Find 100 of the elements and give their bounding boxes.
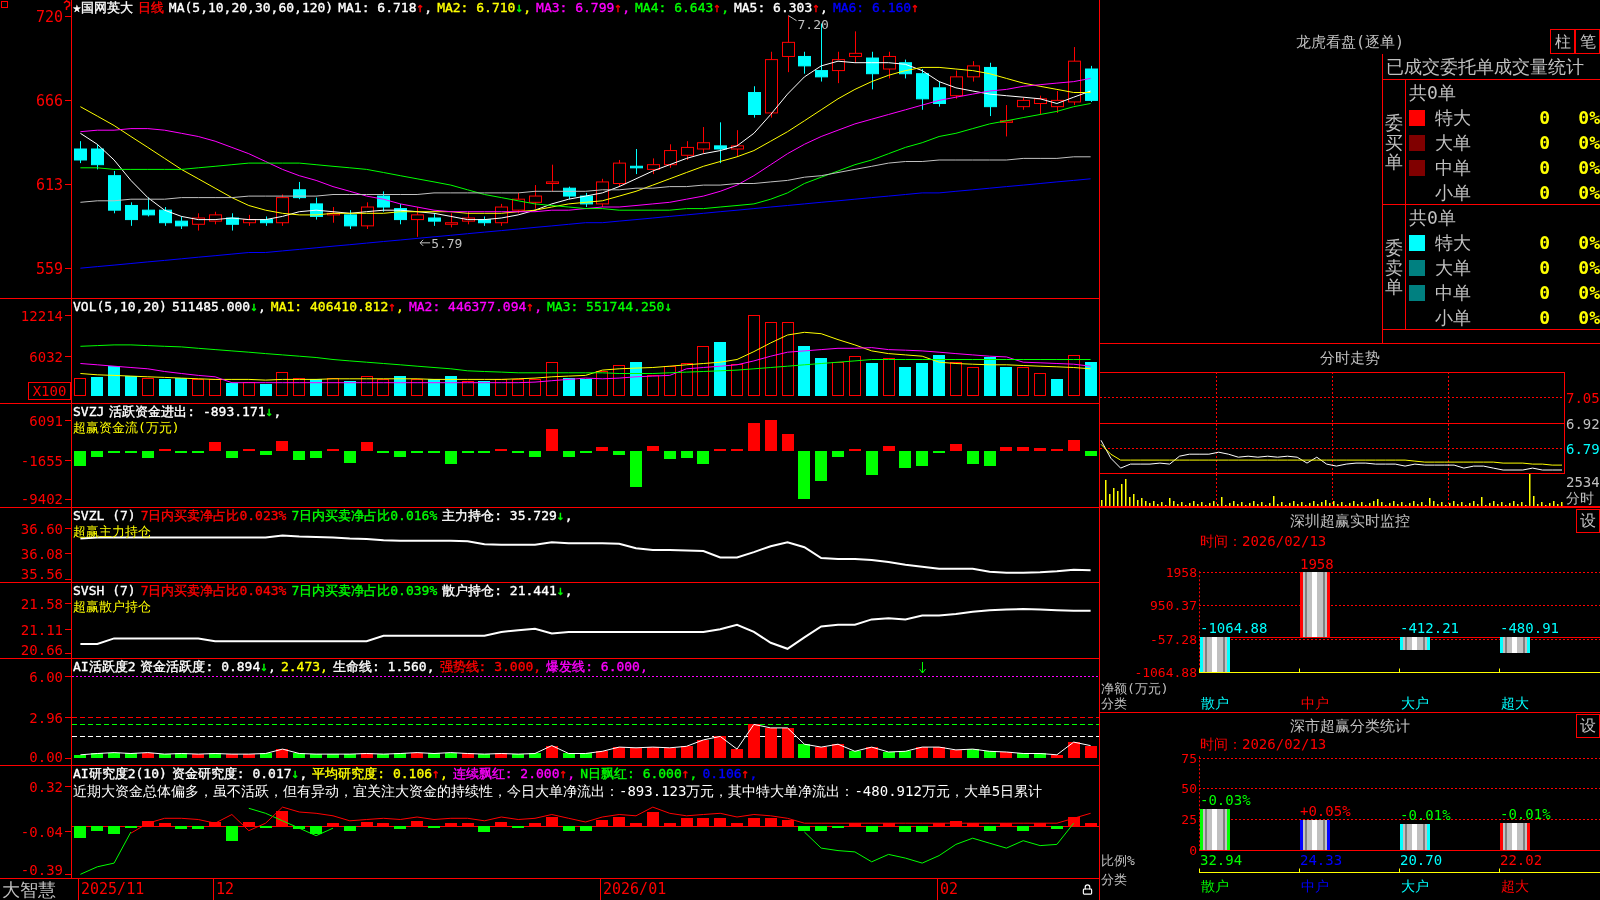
indicator-label: MA3: 551744.250↓ [547,299,673,314]
axis-label: 6.92 [1566,415,1600,432]
candlestick [175,215,188,230]
settings-button[interactable]: 设 [1576,509,1600,533]
brand-label: 大智慧 [1,879,56,900]
axis-label: 559 [35,259,63,278]
order-total: 共0单 [1409,207,1456,228]
date-label: 12 [216,881,235,898]
axis-label: 50 [1181,781,1197,796]
indicator-label: MA2: 6.710↓, [437,0,532,15]
indicator-label: 7日内买卖净占比0.023% [140,508,287,523]
time-label: 时间：2026/02/13 [1200,735,1327,752]
candlestick [394,203,407,225]
annotation: 5.79 [431,235,463,251]
candlestick [832,51,845,84]
candlestick [74,140,87,164]
indicator-label: MA2: 446377.094↑, [408,299,542,314]
indicator-label: AI活跃度2 [73,659,136,674]
axis-label: 0.00 [29,749,63,765]
candlestick [681,140,694,161]
axis-label: 20.66 [20,642,63,658]
order-count: 0 [1539,232,1550,253]
axis-label: 6.79 [1566,440,1600,457]
category-label: 大户 [1401,695,1429,711]
indicator-label: SVZL (7) [73,508,136,523]
indicator-label: 7日内买卖净占比0.043% [140,583,287,598]
candlestick [714,121,727,164]
axis-label: 666 [35,91,63,110]
indicator-label: 主力持仓: 35.729↓, [442,508,573,523]
indicator-label: 活跃资金进出: -893.171↓, [109,404,282,419]
axis-title: 分类 [1101,871,1127,887]
candlestick [984,62,997,117]
order-total: 共0单 [1409,82,1456,103]
axis-label: 0 [1189,843,1197,858]
indicator-title: 超赢散户持仓 [73,599,151,614]
chart-mode-button[interactable]: 柱 [1550,29,1575,54]
indicator-label: 散户持仓: 21.441↓, [442,583,573,598]
candlestick [428,212,441,227]
candlestick [630,148,643,175]
change-label: -0.01% [1500,805,1551,822]
order-percent: 0% [1578,132,1600,153]
order-percent: 0% [1578,182,1600,203]
indicator-label: 连续飘红: 2.000↑, [452,766,576,781]
order-percent: 0% [1578,157,1600,178]
candlestick [647,157,660,175]
order-count: 0 [1539,157,1550,178]
value-label: 1958 [1300,556,1334,573]
annotation: 7.20 [797,16,829,32]
axis-label: 36.60 [20,520,63,537]
candlestick [916,68,929,111]
order-size-label: 大单 [1435,132,1471,153]
lock-icon [1082,884,1093,895]
category-label: 超大 [1501,878,1529,894]
candlestick [697,126,710,155]
axis-label: 613 [35,175,63,194]
category-label: 超大 [1501,695,1529,711]
axis-label: -57.28 [1150,632,1197,647]
candlestick [563,186,576,200]
change-label: -0.03% [1200,792,1251,809]
candlestick [276,194,289,227]
indicator-label: MA5: 6.303↑, [733,0,828,15]
chart-mode-button[interactable]: 笔 [1575,29,1600,54]
panel-title: 深圳超赢实时监控 [1290,511,1410,530]
table-title: 已成交委托单成交量统计 [1386,56,1584,77]
axis-label: 36.08 [20,545,63,562]
period-label: 分时 [1566,490,1594,506]
order-size-label: 中单 [1435,282,1471,303]
settings-button[interactable]: 设 [1576,714,1600,738]
axis-label: 21.58 [20,595,63,612]
candlestick [411,206,424,238]
axis-label: 720 [35,7,63,26]
unit-label: X100 [28,382,71,400]
indicator-label: VOL(5,10,20) [73,299,167,314]
axis-title: 净额(万元) [1101,681,1169,696]
indicator-label: N日飘红: 6.000↑, [580,766,698,781]
indicator-label: MA(5,10,20,30,60,120) [168,0,334,15]
low-price-annotation: 5.79 [419,235,463,251]
order-percent: 0% [1578,257,1600,278]
candlestick [1000,104,1013,137]
change-label: -0.01% [1400,807,1451,824]
panel-title: 分时走势 [1320,349,1380,367]
order-percent: 0% [1578,282,1600,303]
indicator-label: 511485.000↓, [171,299,266,314]
candlestick [495,203,508,227]
value-label: 32.94 [1200,852,1243,868]
candlestick [950,70,963,100]
volume-scale-label: 2534 [1566,474,1600,490]
date-label: 2026/01 [603,881,667,898]
group-label: 委卖单 [1385,237,1403,298]
candlestick [226,212,239,232]
candlestick [243,214,256,227]
axis-label: 75 [1181,751,1197,766]
order-percent: 0% [1578,307,1600,328]
candlestick [1051,90,1064,114]
date-label: 2025/11 [81,881,145,898]
axis-label: 0.32 [29,778,63,795]
order-size-label: 小单 [1435,307,1471,328]
candlestick [546,164,559,192]
indicator-label: 强势线: 3.000, [439,659,542,674]
indicator-label: 资金活跃度: 0.894↓, [140,659,276,674]
